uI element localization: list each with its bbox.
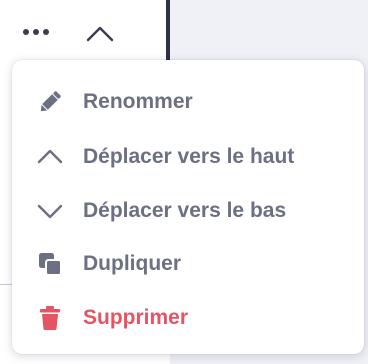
menu-item-move-up[interactable]: Déplacer vers le haut bbox=[12, 135, 364, 179]
collapse-button[interactable] bbox=[82, 16, 118, 48]
menu-item-label: Renommer bbox=[83, 90, 193, 113]
chevron-down-icon bbox=[36, 197, 64, 225]
duplicate-icon bbox=[36, 250, 64, 278]
menu-item-move-down[interactable]: Déplacer vers le bas bbox=[12, 189, 364, 233]
trash-icon bbox=[36, 304, 64, 332]
menu-item-delete[interactable]: Supprimer bbox=[12, 296, 364, 340]
menu-item-label: Déplacer vers le bas bbox=[83, 199, 287, 222]
vertical-divider bbox=[166, 0, 170, 60]
menu-item-label: Supprimer bbox=[83, 306, 189, 329]
menu-item-rename[interactable]: Renommer bbox=[12, 80, 364, 124]
context-menu: Renommer Déplacer vers le haut Déplacer … bbox=[12, 60, 364, 354]
pencil-icon bbox=[36, 88, 64, 116]
chevron-up-icon bbox=[36, 143, 64, 171]
menu-item-label: Dupliquer bbox=[83, 252, 181, 275]
chevron-up-icon bbox=[86, 26, 114, 42]
more-options-button[interactable] bbox=[20, 16, 56, 48]
menu-item-duplicate[interactable]: Dupliquer bbox=[12, 242, 364, 286]
toolbar bbox=[20, 16, 118, 48]
menu-item-label: Déplacer vers le haut bbox=[83, 145, 295, 168]
more-horizontal-icon bbox=[23, 29, 49, 35]
